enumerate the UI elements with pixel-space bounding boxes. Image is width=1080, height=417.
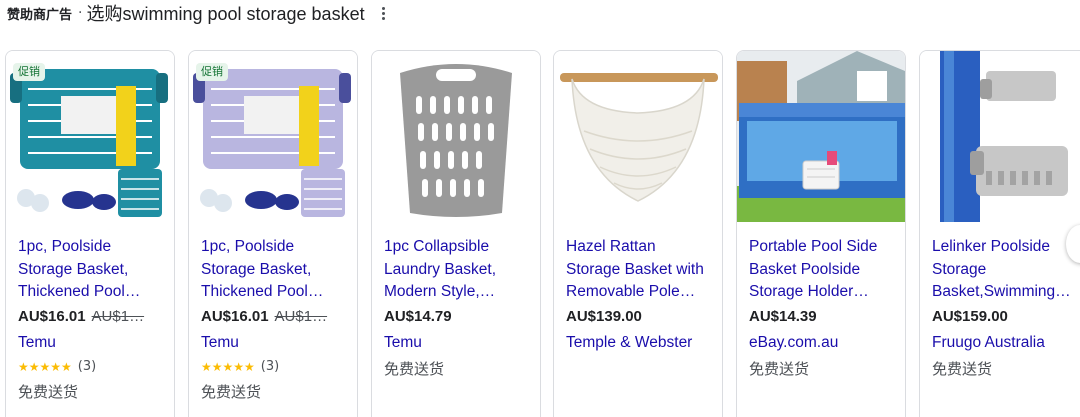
review-count: (3) [260, 359, 280, 374]
product-card[interactable]: Lelinker Poolside Storage Basket,Swimmin… [919, 50, 1080, 417]
price-row: AU$16.01 AU$1… [201, 307, 349, 327]
price: AU$159.00 [932, 308, 1008, 325]
shipping-label: 免费送货 [384, 360, 445, 378]
more-options-icon[interactable] [377, 4, 391, 22]
shipping-label: 免费送货 [749, 360, 810, 378]
product-title[interactable]: 1pc, Poolside Storage Basket, Thickened … [201, 236, 349, 304]
price: AU$14.39 [749, 308, 817, 325]
product-card[interactable]: 1pc Collapsible Laundry Basket, Modern S… [371, 50, 541, 417]
price: AU$16.01 [18, 308, 86, 325]
collapsible-laundry-basket-icon [400, 64, 512, 217]
product-title[interactable]: Hazel Rattan Storage Basket with Removab… [566, 236, 714, 304]
seller-name[interactable]: Temple & Webster [566, 333, 714, 353]
price-row: AU$159.00 [932, 307, 1080, 327]
seller-name[interactable]: eBay.com.au [749, 333, 897, 353]
product-title[interactable]: 1pc, Poolside Storage Basket, Thickened … [18, 236, 166, 304]
product-image[interactable] [554, 51, 722, 222]
original-price: AU$1… [274, 308, 328, 325]
promo-badge: 促销 [13, 63, 45, 81]
shipping-label: 免费送货 [18, 383, 79, 401]
star-rating-icon: ★★★★★ [18, 360, 72, 374]
rating: ★★★★★ (3) [18, 358, 166, 376]
header-separator: · [78, 5, 83, 21]
price: AU$139.00 [566, 308, 642, 325]
rattan-basket-icon [560, 73, 718, 202]
product-card[interactable]: Hazel Rattan Storage Basket with Removab… [553, 50, 723, 417]
seller-name[interactable]: Temu [18, 333, 166, 353]
price-row: AU$139.00 [566, 307, 714, 327]
product-image[interactable] [372, 51, 540, 222]
product-title[interactable]: Lelinker Poolside Storage Basket,Swimmin… [932, 236, 1080, 304]
review-count: (3) [77, 359, 97, 374]
poolside-tray-icon [940, 51, 1068, 222]
shipping-label: 免费送货 [932, 360, 993, 378]
price: AU$14.79 [384, 308, 452, 325]
price-row: AU$16.01 AU$1… [18, 307, 166, 327]
shopping-query-title: 选购swimming pool storage basket [86, 4, 365, 24]
seller-name[interactable]: Fruugo Australia [932, 333, 1080, 353]
shipping-label: 免费送货 [201, 383, 262, 401]
star-rating-icon: ★★★★★ [201, 360, 255, 374]
product-title[interactable]: Portable Pool Side Basket Poolside Stora… [749, 236, 897, 304]
ad-header: 赞助商广告 · 选购swimming pool storage basket [7, 2, 391, 24]
product-image[interactable] [737, 51, 905, 222]
product-title[interactable]: 1pc Collapsible Laundry Basket, Modern S… [384, 236, 532, 304]
product-card[interactable]: 促销 1pc, Poolside Storage Basket, Thicken… [188, 50, 358, 417]
product-image[interactable] [920, 51, 1080, 222]
original-price: AU$1… [91, 308, 145, 325]
price: AU$16.01 [201, 308, 269, 325]
sponsored-label: 赞助商广告 [7, 7, 73, 23]
seller-name[interactable]: Temu [384, 333, 532, 353]
price-row: AU$14.79 [384, 307, 532, 327]
promo-badge: 促销 [196, 63, 228, 81]
seller-name[interactable]: Temu [201, 333, 349, 353]
price-row: AU$14.39 [749, 307, 897, 327]
product-card[interactable]: Portable Pool Side Basket Poolside Stora… [736, 50, 906, 417]
product-card[interactable]: 促销 1pc, Poolside Storage Basket, Thicken… [5, 50, 175, 417]
pool-scene-icon [737, 51, 905, 222]
rating: ★★★★★ (3) [201, 358, 349, 376]
product-carousel: 促销 1pc, Poolside Storage Basket, Thicken… [5, 50, 1080, 417]
